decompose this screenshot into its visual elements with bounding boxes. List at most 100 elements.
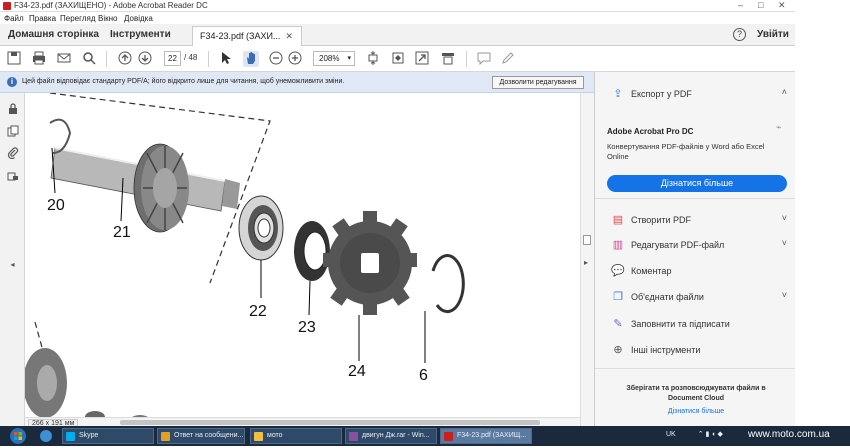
page-number-input[interactable]: 22: [164, 51, 181, 66]
combine-files-icon: ❐: [613, 291, 623, 303]
feedback-icon[interactable]: ⌁: [776, 122, 781, 133]
vertical-scrollbar[interactable]: ▸: [580, 93, 594, 426]
browser-icon[interactable]: [40, 430, 52, 442]
part-label-22: 22: [249, 303, 267, 320]
document-tab-label: F34-23.pdf (ЗАХИ...: [200, 31, 281, 41]
toolbar-divider: [106, 51, 107, 67]
chevron-down-icon: ▾: [347, 55, 351, 62]
pdf-page-view[interactable]: 20 21 22 23 24 6: [25, 93, 585, 417]
zoom-out-icon[interactable]: [268, 51, 284, 67]
email-icon[interactable]: [56, 51, 72, 67]
save-icon[interactable]: [6, 51, 22, 67]
taskbar-item-label: F34-23.pdf (ЗАХИЩ...: [457, 432, 527, 439]
part-label-21: 21: [113, 224, 131, 241]
zoom-select[interactable]: 208% ▾: [313, 51, 355, 66]
taskbar-item-acrobat[interactable]: F34-23.pdf (ЗАХИЩ...: [440, 428, 532, 444]
chevron-down-icon[interactable]: ˅: [782, 238, 787, 248]
close-window-button[interactable]: ✕: [778, 0, 786, 11]
part-label-20: 20: [47, 197, 65, 214]
read-mode-icon[interactable]: [440, 51, 456, 67]
chevron-up-icon[interactable]: ˄: [782, 87, 787, 97]
tool-fill-sign[interactable]: ✎ Заповнити та підписати: [607, 316, 787, 334]
more-tools-icon: ⊕: [613, 344, 623, 356]
search-icon[interactable]: [81, 51, 97, 67]
dashed-frame-line: [34, 321, 44, 352]
full-screen-icon[interactable]: [414, 51, 430, 67]
select-cursor-icon[interactable]: [218, 51, 234, 67]
shaft-gear-part: [133, 143, 189, 233]
lock-icon[interactable]: [6, 103, 19, 116]
taskbar-item-winrar[interactable]: двигун Дж.rar - Win...: [345, 428, 437, 444]
previous-page-icon[interactable]: [117, 51, 133, 67]
menu-help[interactable]: Довідка: [124, 14, 153, 23]
tab-home[interactable]: Домашня сторінка: [8, 29, 99, 40]
tool-more-tools[interactable]: ⊕ Інші інструменти: [607, 342, 787, 360]
taskbar-item-skype[interactable]: Skype: [62, 428, 154, 444]
part-label-23: 23: [298, 319, 316, 336]
horizontal-scrollbar[interactable]: [25, 417, 580, 426]
tool-create-pdf[interactable]: ▤ Створити PDF ˅: [607, 212, 787, 230]
menu-edit[interactable]: Правка: [29, 14, 56, 23]
fill-sign-icon: ✎: [613, 318, 623, 330]
tool-label: Редагувати PDF-файл: [631, 240, 725, 250]
pen-tool-icon[interactable]: [500, 51, 516, 67]
rotate-view-icon[interactable]: [390, 51, 406, 67]
help-icon[interactable]: ?: [733, 28, 746, 41]
panel-divider: [595, 198, 796, 199]
document-cloud-link[interactable]: Дізнатися більше: [611, 408, 781, 415]
taskbar-item-label: Skype: [79, 432, 99, 439]
collapse-left-panel-icon[interactable]: ◂: [6, 258, 19, 271]
pages-icon[interactable]: [6, 125, 19, 138]
menu-view[interactable]: Перегляд: [60, 14, 96, 23]
tool-comment[interactable]: 💬 Коментар: [607, 263, 787, 281]
panel-divider: [595, 368, 796, 369]
comment-tool-icon[interactable]: [476, 51, 492, 67]
screen-margin: [795, 0, 850, 426]
learn-more-button[interactable]: Дізнатися більше: [607, 175, 787, 192]
taskbar-item-folder[interactable]: мото: [250, 428, 342, 444]
toolbar-divider: [208, 51, 209, 67]
taskbar-item-label: Ответ на сообщени...: [174, 432, 244, 439]
language-indicator[interactable]: UK: [666, 431, 676, 438]
export-pdf-header[interactable]: ⇪ Експорт у PDF ˄: [607, 86, 787, 104]
tool-edit-pdf[interactable]: ▥ Редагувати PDF-файл ˅: [607, 237, 787, 255]
zoom-in-icon[interactable]: [287, 51, 303, 67]
part-label-24: 24: [348, 363, 366, 380]
tab-document[interactable]: F34-23.pdf (ЗАХИ... ✕: [192, 26, 302, 46]
horizontal-scroll-thumb[interactable]: [120, 420, 540, 425]
maximize-button[interactable]: □: [758, 0, 763, 10]
comment-icon: 💬: [611, 265, 625, 277]
enable-editing-button[interactable]: Дозволити редагування: [492, 76, 584, 89]
close-tab-icon[interactable]: ✕: [285, 31, 293, 42]
login-button[interactable]: Увійти: [757, 29, 789, 40]
menu-file[interactable]: Файл: [4, 14, 24, 23]
skype-icon: [66, 432, 75, 441]
acrobat-icon: [444, 432, 453, 441]
fit-page-icon[interactable]: [365, 51, 381, 67]
signature-lock-icon[interactable]: [6, 169, 19, 182]
watermark: www.moto.com.ua: [748, 429, 830, 440]
window-title: F34-23.pdf (ЗАХИЩЕНО) - Adobe Acrobat Re…: [14, 1, 208, 10]
attachment-icon[interactable]: [6, 147, 19, 160]
part-label-6: 6: [419, 367, 428, 384]
next-page-icon[interactable]: [137, 51, 153, 67]
chrome-icon: [161, 432, 170, 441]
tab-tools[interactable]: Інструменти: [110, 29, 171, 40]
page-total: / 48: [184, 53, 198, 62]
hand-tool-icon[interactable]: [243, 51, 259, 67]
minimize-button[interactable]: –: [738, 0, 743, 10]
tool-combine-files[interactable]: ❐ Об'єднати файли ˅: [607, 289, 787, 307]
print-icon[interactable]: [31, 51, 47, 67]
acrobat-app-icon: [3, 2, 11, 10]
info-message: Цей файл відповідає стандарту PDF/A; йог…: [22, 78, 345, 85]
scrollbar-handle[interactable]: [583, 235, 591, 245]
winrar-icon: [349, 432, 358, 441]
chevron-down-icon[interactable]: ˅: [782, 290, 787, 300]
tray-icons[interactable]: ⌃ ▮ ◖ ◆: [698, 431, 723, 438]
collapse-right-panel-icon[interactable]: ▸: [584, 258, 588, 267]
windows-taskbar: Skype Ответ на сообщени... мото двигун Д…: [0, 426, 850, 446]
start-button[interactable]: [3, 427, 33, 445]
chevron-down-icon[interactable]: ˅: [782, 213, 787, 223]
taskbar-item-browser[interactable]: Ответ на сообщени...: [157, 428, 245, 444]
menu-window[interactable]: Вікно: [98, 14, 117, 23]
